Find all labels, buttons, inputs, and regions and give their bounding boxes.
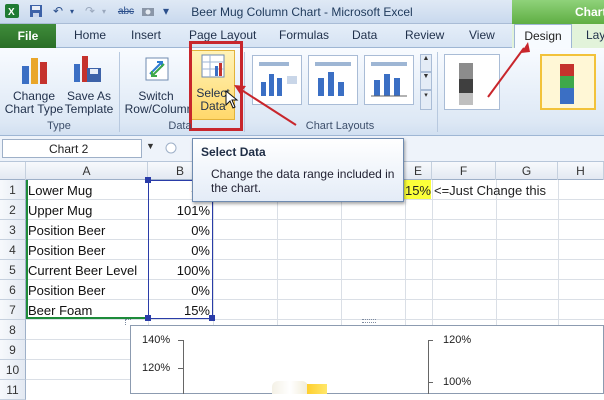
- column-header-g[interactable]: G: [496, 162, 558, 180]
- chart-right-axis-line: [428, 340, 429, 394]
- beer-foam: [272, 381, 308, 394]
- name-box-dropdown-icon[interactable]: ▼: [146, 141, 155, 151]
- axis-tick-mark: [428, 382, 433, 383]
- row-header[interactable]: 6: [0, 280, 26, 300]
- row-header[interactable]: 8: [0, 320, 26, 340]
- cell-e1[interactable]: 15%: [404, 180, 431, 199]
- chart-object[interactable]: [130, 325, 604, 394]
- beer-fill: [307, 384, 327, 394]
- column-header-e[interactable]: E: [405, 162, 432, 180]
- right-axis-tick: 100%: [443, 376, 472, 388]
- range-handle[interactable]: [209, 315, 215, 321]
- axis-tick-mark: [178, 368, 183, 369]
- left-axis-tick: 140%: [142, 334, 171, 346]
- chart-resize-handle[interactable]: [362, 319, 376, 323]
- name-box[interactable]: Chart 2: [2, 139, 142, 158]
- column-header-a[interactable]: A: [26, 162, 148, 180]
- category-range-highlight: [26, 180, 150, 319]
- select-data-tooltip: Select Data Change the data range includ…: [192, 138, 404, 202]
- cell-f1[interactable]: <=Just Change this: [434, 180, 546, 198]
- row-header[interactable]: 11: [0, 380, 26, 400]
- column-header-f[interactable]: F: [432, 162, 496, 180]
- row-header[interactable]: 3: [0, 220, 26, 240]
- row-header[interactable]: 10: [0, 360, 26, 380]
- row-header[interactable]: 7: [0, 300, 26, 320]
- row-header[interactable]: 4: [0, 240, 26, 260]
- column-header-h[interactable]: H: [558, 162, 604, 180]
- chart-resize-handle[interactable]: [125, 319, 131, 325]
- tooltip-title: Select Data: [201, 145, 266, 159]
- left-axis-tick: 120%: [142, 362, 171, 374]
- chart-left-axis-line: [183, 340, 184, 394]
- axis-tick-mark: [178, 340, 183, 341]
- row-header[interactable]: 9: [0, 340, 26, 360]
- right-axis-tick: 120%: [443, 334, 472, 346]
- row-header[interactable]: 5: [0, 260, 26, 280]
- row-header[interactable]: 1: [0, 180, 26, 200]
- row-header[interactable]: 2: [0, 200, 26, 220]
- range-handle[interactable]: [145, 177, 151, 183]
- grid-line: [26, 319, 604, 320]
- tooltip-description: Change the data range included in the ch…: [211, 167, 395, 195]
- formula-bar-resize-grip[interactable]: [161, 139, 181, 158]
- axis-tick-mark: [428, 340, 433, 341]
- select-all-corner[interactable]: [0, 162, 26, 180]
- range-handle[interactable]: [145, 315, 151, 321]
